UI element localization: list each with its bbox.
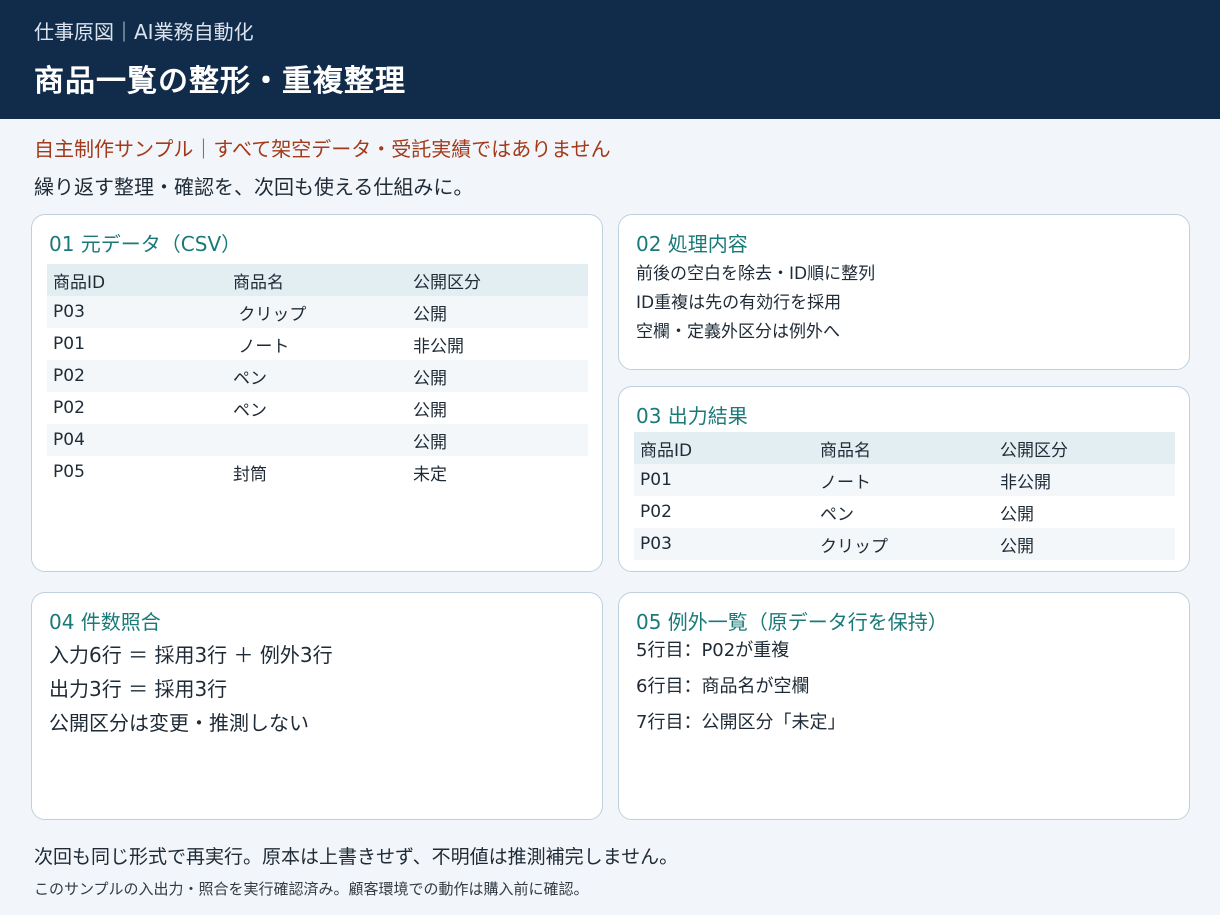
table-cell: P01 xyxy=(53,334,85,354)
table-cell: 公開 xyxy=(407,424,588,456)
column-header: 商品名 xyxy=(814,432,994,464)
disclaimer-notice: 自主制作サンプル｜すべて架空データ・受託実績ではありません xyxy=(34,137,611,161)
table-cell: P05 xyxy=(53,462,85,482)
process-card: 02 処理内容 前後の空白を除去・ID順に整列 ID重複は先の有効行を採用 空欄… xyxy=(618,214,1190,370)
source-data-table: 商品ID 商品名 公開区分 P03 クリップ 公開 P01 ノート 非公開 P0… xyxy=(47,264,588,488)
table-row: P02 ペン 公開 xyxy=(634,496,1175,528)
count-check-title: 04 件数照合 xyxy=(49,610,161,634)
count-check-line: 出力3行 ＝ 採用3行 xyxy=(49,677,228,701)
column-header: 商品名 xyxy=(227,264,407,296)
table-cell: ノート xyxy=(814,464,994,496)
table-cell: 非公開 xyxy=(413,336,464,357)
table-row: P04 公開 xyxy=(47,424,588,456)
table-cell: ノート xyxy=(233,336,290,357)
table-row: P02 ペン 公開 xyxy=(47,360,588,392)
table-cell: 公開 xyxy=(413,400,447,421)
exception-card: 05 例外一覧（原データ行を保持） 5行目：P02が重複 6行目：商品名が空欄 … xyxy=(618,592,1190,820)
footer-disclaimer: このサンプルの入出力・照合を実行確認済み。顧客環境での動作は購入前に確認。 xyxy=(34,880,589,898)
tagline: 繰り返す整理・確認を、次回も使える仕組みに。 xyxy=(34,175,474,199)
table-row: P03 クリップ 公開 xyxy=(634,528,1175,560)
footer-note: 次回も同じ形式で再実行。原本は上書きせず、不明値は推測補完しません。 xyxy=(34,846,679,868)
output-card: 03 出力結果 商品ID 商品名 公開区分 P01 ノート 非公開 P02 ペン… xyxy=(618,386,1190,572)
output-title: 03 出力結果 xyxy=(636,404,748,428)
count-check-line: 入力6行 ＝ 採用3行 ＋ 例外3行 xyxy=(49,643,333,667)
table-row: P02 ペン 公開 xyxy=(47,392,588,424)
table-cell: P02 xyxy=(53,398,85,418)
table-cell: クリップ xyxy=(227,296,407,328)
table-cell: ペン xyxy=(820,504,854,525)
table-row: P01 ノート 非公開 xyxy=(47,328,588,360)
exception-item: 7行目：公開区分「未定」 xyxy=(636,712,846,733)
process-step: 前後の空白を除去・ID順に整列 xyxy=(636,264,876,284)
source-data-card: 01 元データ（CSV） 商品ID 商品名 公開区分 P03 クリップ 公開 P… xyxy=(31,214,603,572)
table-cell: 未定 xyxy=(413,464,447,485)
table-cell: P03 xyxy=(634,528,814,560)
header-banner: 仕事原図｜AI業務自動化 商品一覧の整形・重複整理 xyxy=(0,0,1220,119)
table-cell: ペン xyxy=(233,400,267,421)
source-data-title: 01 元データ（CSV） xyxy=(49,232,242,256)
output-table: 商品ID 商品名 公開区分 P01 ノート 非公開 P02 ペン 公開 P03 … xyxy=(634,432,1175,560)
exception-list: 5行目：P02が重複 6行目：商品名が空欄 7行目：公開区分「未定」 xyxy=(636,633,845,741)
table-header-row: 商品ID 商品名 公開区分 xyxy=(634,432,1175,464)
table-cell: P01 xyxy=(634,464,814,496)
table-row: P03 クリップ 公開 xyxy=(47,296,588,328)
table-cell xyxy=(227,424,407,456)
column-header: 公開区分 xyxy=(994,432,1175,464)
column-header: 公開区分 xyxy=(407,264,588,296)
count-check-line: 公開区分は変更・推測しない xyxy=(49,711,309,735)
count-check-card: 04 件数照合 入力6行 ＝ 採用3行 ＋ 例外3行 出力3行 ＝ 採用3行 公… xyxy=(31,592,603,820)
table-cell: 公開 xyxy=(407,296,588,328)
table-cell: ペン xyxy=(227,360,407,392)
table-cell: P03 xyxy=(47,296,227,328)
table-row: P05 封筒 未定 xyxy=(47,456,588,488)
table-cell: 封筒 xyxy=(233,464,267,485)
page-title: 商品一覧の整形・重複整理 xyxy=(34,64,406,99)
header-subtitle: 仕事原図｜AI業務自動化 xyxy=(34,20,254,44)
table-cell: 公開 xyxy=(407,360,588,392)
column-header: 商品ID xyxy=(47,264,227,296)
count-check-lines: 入力6行 ＝ 採用3行 ＋ 例外3行 出力3行 ＝ 採用3行 公開区分は変更・推… xyxy=(49,638,333,740)
process-title: 02 処理内容 xyxy=(636,232,748,256)
table-cell: 非公開 xyxy=(994,464,1175,496)
table-cell: 公開 xyxy=(1000,504,1034,525)
table-header-row: 商品ID 商品名 公開区分 xyxy=(47,264,588,296)
table-cell: P04 xyxy=(47,424,227,456)
exception-title: 05 例外一覧（原データ行を保持） xyxy=(636,610,948,634)
table-cell: P02 xyxy=(640,502,672,522)
exception-item: 5行目：P02が重複 xyxy=(636,640,790,661)
table-cell: P02 xyxy=(47,360,227,392)
exception-item: 6行目：商品名が空欄 xyxy=(636,676,810,697)
column-header: 商品ID xyxy=(634,432,814,464)
table-row: P01 ノート 非公開 xyxy=(634,464,1175,496)
table-cell: クリップ xyxy=(814,528,994,560)
process-steps: 前後の空白を除去・ID順に整列 ID重複は先の有効行を採用 空欄・定義外区分は例… xyxy=(636,260,875,347)
table-cell: 公開 xyxy=(994,528,1175,560)
process-step: 空欄・定義外区分は例外へ xyxy=(636,322,840,342)
process-step: ID重複は先の有効行を採用 xyxy=(636,293,842,313)
